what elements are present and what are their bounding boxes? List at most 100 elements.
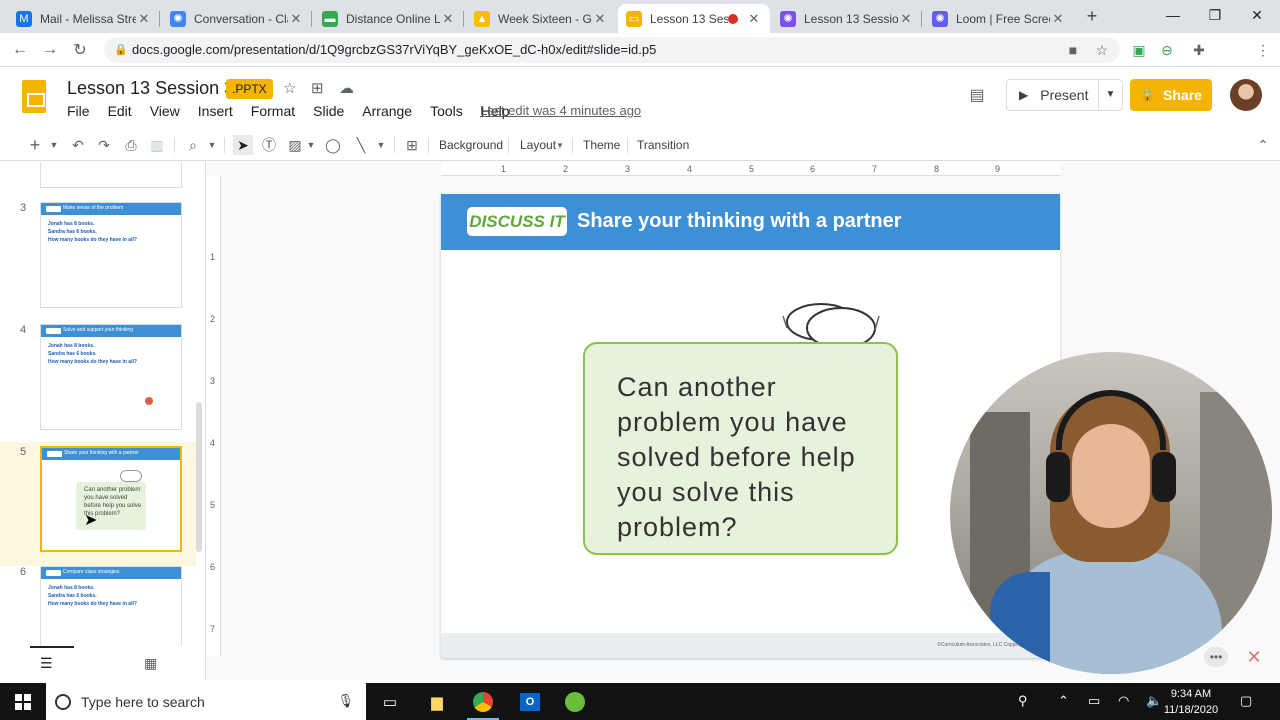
layout-dropdown-icon[interactable]: ▼ bbox=[555, 135, 565, 155]
taskbar-search-input[interactable]: Type here to search 🎙 bbox=[46, 683, 366, 720]
shape-icon[interactable]: ◯ bbox=[324, 135, 342, 155]
webcam-options-icon[interactable]: ••• bbox=[1204, 647, 1228, 667]
new-slide-dropdown-icon[interactable]: ▼ bbox=[48, 135, 60, 155]
slide-thumbnail[interactable]: Solve and support your thinking Jonah ha… bbox=[40, 324, 182, 430]
slide-thumbnail[interactable]: Make sense of the problem Jonah has 8 bo… bbox=[40, 202, 182, 308]
extension-icon[interactable]: ⊖ bbox=[1158, 41, 1176, 59]
text-box-icon[interactable]: Ⓣ bbox=[260, 135, 278, 155]
current-slide[interactable]: DISCUSS IT Share your thinking with a pa… bbox=[441, 194, 1060, 658]
redo-icon[interactable]: ↷ bbox=[96, 135, 112, 155]
slide-thumbnail[interactable]: Compare class strategies Jonah has 8 boo… bbox=[40, 566, 182, 646]
wifi-icon[interactable]: ◠ bbox=[1118, 693, 1129, 709]
comments-icon[interactable]: ▤ bbox=[966, 85, 988, 104]
new-slide-icon[interactable]: + bbox=[28, 135, 42, 155]
minimize-icon[interactable]: — bbox=[1150, 0, 1196, 30]
slide-thumbnail-selected[interactable]: Share your thinking with a partner Can a… bbox=[40, 446, 182, 552]
background-button[interactable]: Background bbox=[439, 135, 503, 155]
battery-icon[interactable]: ▭ bbox=[1088, 693, 1100, 709]
image-dropdown-icon[interactable]: ▼ bbox=[306, 135, 316, 155]
slide-thumbnail-row[interactable]: 3 Make sense of the problem Jonah has 8 … bbox=[0, 202, 196, 322]
last-edit-link[interactable]: Last edit was 4 minutes ago bbox=[480, 103, 641, 118]
image-icon[interactable]: ▨ bbox=[286, 135, 304, 155]
browser-tab-active[interactable]: ▭ Lesson 13 Ses ✕ bbox=[618, 4, 770, 33]
system-clock[interactable]: 9:34 AM 11/18/2020 bbox=[1162, 686, 1220, 718]
notifications-icon[interactable]: ▢ bbox=[1240, 693, 1252, 709]
show-hidden-icons[interactable]: ⌃ bbox=[1058, 693, 1069, 709]
microphone-icon[interactable]: 🎙 bbox=[337, 693, 354, 709]
webcam-close-icon[interactable]: ✕ bbox=[1242, 645, 1266, 669]
add-comment-icon[interactable]: ⊞ bbox=[402, 135, 422, 155]
close-tab-icon[interactable]: ✕ bbox=[1050, 11, 1066, 27]
browser-tab[interactable]: ✺ Conversation - Cla ✕ bbox=[162, 4, 312, 33]
browser-tab[interactable]: ▲ Week Sixteen - Go ✕ bbox=[466, 4, 616, 33]
people-icon[interactable]: ⚲ bbox=[1018, 693, 1028, 709]
menu-insert[interactable]: Insert bbox=[198, 103, 233, 119]
close-tab-icon[interactable]: ✕ bbox=[592, 11, 608, 27]
extensions-puzzle-icon[interactable]: ✚ bbox=[1190, 41, 1208, 59]
slide-thumbnail-partial[interactable] bbox=[40, 162, 182, 188]
camera-icon[interactable]: ■ bbox=[1064, 41, 1082, 59]
close-tab-icon[interactable]: ✕ bbox=[440, 11, 456, 27]
menu-view[interactable]: View bbox=[150, 103, 180, 119]
slide-thumbnail-row[interactable]: 6 Compare class strategies Jonah has 8 b… bbox=[0, 566, 196, 646]
move-folder-icon[interactable]: ⊞ bbox=[311, 79, 324, 97]
line-dropdown-icon[interactable]: ▼ bbox=[376, 135, 386, 155]
back-icon[interactable]: ← bbox=[9, 39, 31, 61]
print-icon[interactable]: ⎙ bbox=[122, 135, 140, 155]
close-tab-icon[interactable]: ✕ bbox=[898, 11, 914, 27]
account-avatar[interactable] bbox=[1230, 79, 1262, 111]
select-cursor-icon[interactable]: ➤ bbox=[233, 135, 253, 155]
task-view-icon[interactable]: ▭ bbox=[370, 687, 410, 717]
zoom-dropdown-icon[interactable]: ▼ bbox=[206, 135, 218, 155]
reload-icon[interactable]: ↻ bbox=[69, 39, 91, 61]
menu-format[interactable]: Format bbox=[251, 103, 295, 119]
star-icon[interactable]: ☆ bbox=[283, 79, 296, 97]
outlook-icon[interactable]: O bbox=[510, 687, 550, 717]
file-explorer-icon[interactable]: ▆ bbox=[417, 687, 457, 717]
slides-logo-icon[interactable] bbox=[22, 80, 46, 113]
document-title[interactable]: Lesson 13 Session 3 bbox=[67, 78, 234, 99]
close-window-icon[interactable]: ✕ bbox=[1234, 0, 1280, 30]
paint-format-icon[interactable]: ▥ bbox=[148, 135, 166, 155]
browser-tab[interactable]: ▬ Distance Online Le ✕ bbox=[314, 4, 464, 33]
menu-slide[interactable]: Slide bbox=[313, 103, 344, 119]
theme-button[interactable]: Theme bbox=[583, 135, 620, 155]
present-dropdown-icon[interactable]: ▼ bbox=[1098, 80, 1122, 110]
close-tab-icon[interactable]: ✕ bbox=[136, 11, 152, 27]
bookmark-star-icon[interactable]: ☆ bbox=[1093, 41, 1111, 59]
close-tab-icon[interactable]: ✕ bbox=[746, 11, 762, 27]
browser-tab[interactable]: M Mail - Melissa Stre ✕ bbox=[8, 4, 160, 33]
undo-icon[interactable]: ↶ bbox=[70, 135, 86, 155]
layout-button[interactable]: Layout bbox=[520, 135, 556, 155]
forward-icon[interactable]: → bbox=[39, 39, 61, 61]
browser-tab[interactable]: ✺ Loom | Free Scree ✕ bbox=[924, 4, 1074, 33]
collapse-toolbar-icon[interactable]: ⌃ bbox=[1254, 135, 1272, 155]
menu-file[interactable]: File bbox=[67, 103, 90, 119]
question-box[interactable]: Can another problem you have solved befo… bbox=[583, 342, 898, 555]
present-button[interactable]: ▶ Present ▼ bbox=[1006, 79, 1123, 111]
share-button[interactable]: 🔒 Share bbox=[1130, 79, 1212, 111]
transition-button[interactable]: Transition bbox=[637, 135, 689, 155]
more-menu-icon[interactable]: ⋮ bbox=[1254, 41, 1272, 59]
app-icon[interactable] bbox=[555, 687, 595, 717]
webcam-bubble[interactable] bbox=[950, 352, 1272, 674]
zoom-icon[interactable]: ⌕ bbox=[184, 135, 202, 155]
menu-arrange[interactable]: Arrange bbox=[362, 103, 412, 119]
slide-thumbnail-row-selected[interactable]: 5 Share your thinking with a partner Can… bbox=[0, 442, 196, 566]
volume-icon[interactable]: 🔈 bbox=[1146, 693, 1162, 709]
slide-heading[interactable]: Share your thinking with a partner bbox=[577, 210, 902, 233]
url-input[interactable]: 🔒 docs.google.com/presentation/d/1Q9grcb… bbox=[104, 37, 1120, 63]
menu-edit[interactable]: Edit bbox=[108, 103, 132, 119]
windows-start-icon[interactable] bbox=[0, 683, 46, 720]
chrome-icon[interactable] bbox=[463, 687, 503, 720]
grid-view-icon[interactable]: ▦ bbox=[144, 656, 160, 670]
new-tab-button[interactable]: + bbox=[1082, 6, 1102, 26]
browser-tab[interactable]: ✺ Lesson 13 Session ✕ bbox=[772, 4, 922, 33]
slide-thumbnail-row[interactable]: 4 Solve and support your thinking Jonah … bbox=[0, 324, 196, 444]
filmstrip-scrollbar[interactable] bbox=[196, 402, 202, 552]
extension-icon[interactable]: ▣ bbox=[1130, 41, 1148, 59]
filmstrip-view-icon[interactable]: ☰ bbox=[40, 656, 56, 670]
close-tab-icon[interactable]: ✕ bbox=[288, 11, 304, 27]
menu-tools[interactable]: Tools bbox=[430, 103, 463, 119]
restore-icon[interactable]: ❐ bbox=[1192, 0, 1238, 30]
